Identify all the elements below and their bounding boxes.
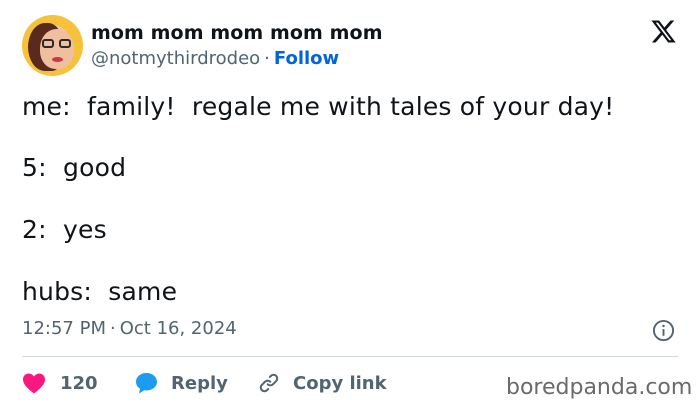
tweet-date: Oct 16, 2024 [119,318,237,339]
tweet-text-line: me: family! regale me with tales of your… [22,92,615,121]
like-button[interactable]: 120 [22,368,98,398]
avatar-glasses [42,39,74,48]
avatar-face [40,29,74,69]
tweet-card: mom mom mom mom mom @notmythirdrodeo · Fol… [0,0,700,410]
tweet-text-line: 2: yes [22,215,107,244]
like-count: 120 [60,372,98,394]
divider [22,356,678,357]
display-name[interactable]: mom mom mom mom mom [91,22,383,44]
tweet-time: 12:57 PM [22,318,106,339]
separator-dot: · [264,48,270,69]
x-logo-icon[interactable] [650,18,677,45]
follow-button[interactable]: Follow [274,48,339,69]
link-icon [259,373,279,393]
tweet-text-line: hubs: same [22,277,178,306]
speech-bubble-icon [136,373,157,394]
user-handle[interactable]: @notmythirdrodeo [91,48,260,69]
avatar-lens-left [42,39,54,48]
avatar-lips [52,57,63,62]
copy-link-label: Copy link [293,372,387,394]
reply-label: Reply [171,372,228,394]
tweet-text-line: 5: good [22,153,127,182]
reply-button[interactable]: Reply [134,368,228,398]
avatar-lens-right [59,39,71,48]
copy-link-button[interactable]: Copy link [258,368,387,398]
info-icon[interactable] [652,319,675,342]
separator-dot: · [109,318,116,339]
heart-icon [23,373,45,394]
handle-row: @notmythirdrodeo · Follow [91,48,339,69]
timestamp[interactable]: 12:57 PM · Oct 16, 2024 [22,318,237,339]
avatar[interactable] [22,15,83,76]
watermark: boredpanda.com [506,375,693,400]
